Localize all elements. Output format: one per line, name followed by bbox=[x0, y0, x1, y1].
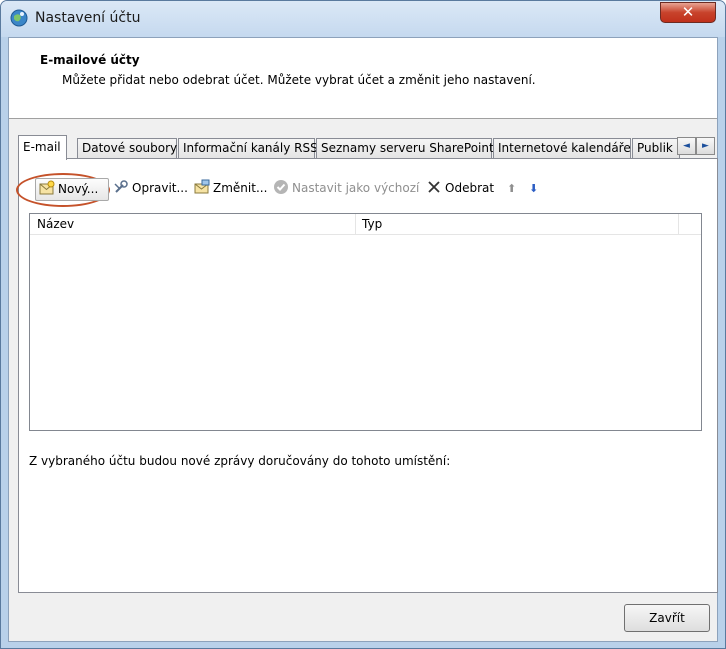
header-description: Můžete přidat nebo odebrat účet. Můžete … bbox=[62, 73, 536, 87]
column-header-type[interactable]: Typ bbox=[355, 214, 677, 235]
tab-sharepoint-lists[interactable]: Seznamy serveru SharePoint bbox=[316, 138, 494, 159]
tab-data-files[interactable]: Datové soubory bbox=[77, 138, 177, 159]
window-close-button[interactable]: ✕ bbox=[660, 2, 716, 23]
tab-strip: E-mail Datové soubory Informační kanály … bbox=[18, 135, 718, 160]
accounts-toolbar: Nový... Opravit... Změnit... Nastavit ja… bbox=[16, 173, 717, 207]
set-default-button[interactable]: Nastavit jako výchozí bbox=[271, 178, 419, 201]
close-dialog-button[interactable]: Zavřít bbox=[624, 604, 710, 632]
tab-internet-calendars[interactable]: Internetové kalendáře bbox=[493, 138, 631, 159]
tab-label: Seznamy serveru SharePoint bbox=[321, 141, 494, 155]
tab-rss-feeds[interactable]: Informační kanály RSS bbox=[178, 138, 318, 159]
tab-published-calendars[interactable]: Publik bbox=[632, 138, 680, 159]
delivery-location-label: Z vybraného účtu budou nové zprávy doruč… bbox=[29, 454, 451, 468]
column-divider[interactable] bbox=[678, 214, 679, 235]
tab-label: Informační kanály RSS bbox=[183, 141, 318, 155]
tab-label: Internetové kalendáře bbox=[498, 141, 631, 155]
header-panel: E-mailové účty Můžete přidat nebo odebra… bbox=[9, 38, 717, 119]
title-bar: Nastavení účtu ✕ bbox=[1, 1, 725, 37]
tab-scroll-right-button[interactable]: ► bbox=[696, 137, 715, 155]
header-title: E-mailové účty bbox=[40, 53, 140, 67]
change-label: Změnit... bbox=[213, 181, 268, 195]
repair-button[interactable]: Opravit... bbox=[111, 178, 188, 201]
check-icon bbox=[274, 180, 288, 194]
new-account-icon bbox=[39, 180, 55, 195]
repair-icon bbox=[114, 180, 128, 193]
accounts-list[interactable]: Název Typ bbox=[29, 213, 702, 431]
account-settings-window: Nastavení účtu ✕ E-mailové účty Můžete p… bbox=[0, 0, 726, 649]
tab-label: Publik bbox=[637, 141, 673, 155]
email-tab-panel: Nový... Opravit... Změnit... Nastavit ja… bbox=[16, 158, 718, 593]
tab-email[interactable]: E-mail bbox=[18, 135, 67, 160]
change-button[interactable]: Změnit... bbox=[192, 178, 267, 201]
set-default-label: Nastavit jako výchozí bbox=[292, 181, 420, 195]
change-icon bbox=[194, 179, 210, 194]
repair-label: Opravit... bbox=[132, 181, 188, 195]
move-up-button[interactable]: ⬆ bbox=[505, 178, 516, 201]
move-down-button[interactable]: ⬇ bbox=[527, 178, 538, 201]
dialog-client-area: E-mailové účty Můžete přidat nebo odebra… bbox=[8, 37, 718, 642]
tab-scroll-left-button[interactable]: ◄ bbox=[677, 137, 696, 155]
list-header: Název Typ bbox=[30, 214, 701, 235]
delete-x-icon bbox=[428, 181, 440, 193]
window-title: Nastavení účtu bbox=[35, 10, 141, 26]
new-account-label: Nový... bbox=[58, 182, 99, 196]
remove-label: Odebrat bbox=[445, 181, 495, 195]
tab-label: E-mail bbox=[23, 140, 61, 154]
tab-label: Datové soubory bbox=[82, 141, 178, 155]
outlook-globe-icon bbox=[10, 9, 28, 27]
remove-button[interactable]: Odebrat bbox=[424, 178, 494, 201]
column-header-name[interactable]: Název bbox=[30, 214, 355, 235]
new-account-button[interactable]: Nový... bbox=[35, 178, 109, 201]
